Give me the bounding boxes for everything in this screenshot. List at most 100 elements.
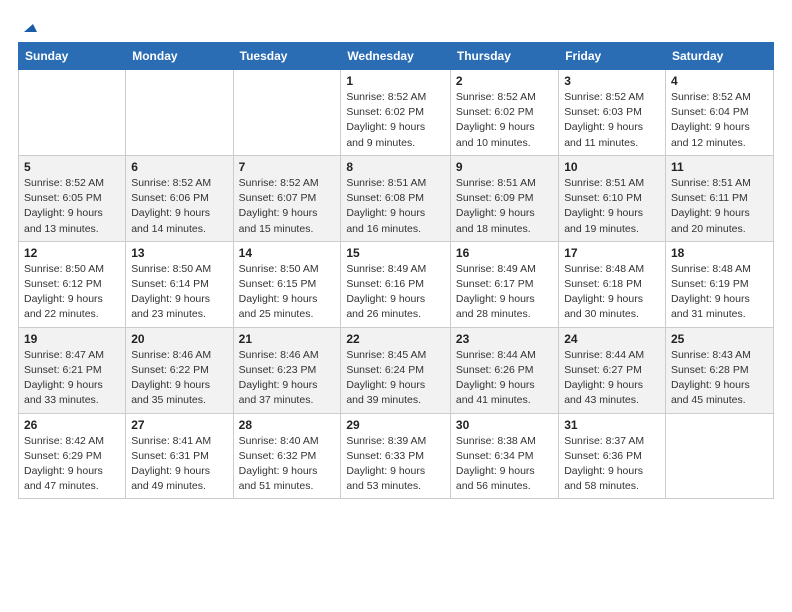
day-number: 24	[564, 332, 660, 346]
calendar-week-row: 19 Sunrise: 8:47 AMSunset: 6:21 PMDayligh…	[19, 327, 774, 413]
day-number: 5	[24, 160, 120, 174]
day-number: 23	[456, 332, 553, 346]
day-detail: Sunrise: 8:38 AMSunset: 6:34 PMDaylight:…	[456, 434, 553, 495]
calendar-cell	[233, 70, 341, 156]
day-detail: Sunrise: 8:51 AMSunset: 6:11 PMDaylight:…	[671, 176, 768, 237]
day-number: 22	[346, 332, 445, 346]
calendar-cell: 7 Sunrise: 8:52 AMSunset: 6:07 PMDaylight…	[233, 155, 341, 241]
logo-icon	[19, 16, 37, 34]
day-number: 4	[671, 74, 768, 88]
calendar-cell: 17 Sunrise: 8:48 AMSunset: 6:18 PMDayligh…	[559, 241, 666, 327]
calendar-cell: 23 Sunrise: 8:44 AMSunset: 6:26 PMDayligh…	[450, 327, 558, 413]
calendar-cell	[126, 70, 233, 156]
day-number: 11	[671, 160, 768, 174]
calendar-week-row: 1 Sunrise: 8:52 AMSunset: 6:02 PMDaylight…	[19, 70, 774, 156]
day-detail: Sunrise: 8:52 AMSunset: 6:04 PMDaylight:…	[671, 90, 768, 151]
day-detail: Sunrise: 8:37 AMSunset: 6:36 PMDaylight:…	[564, 434, 660, 495]
day-number: 13	[131, 246, 227, 260]
calendar-table: SundayMondayTuesdayWednesdayThursdayFrid…	[18, 42, 774, 499]
day-detail: Sunrise: 8:52 AMSunset: 6:07 PMDaylight:…	[239, 176, 336, 237]
day-detail: Sunrise: 8:51 AMSunset: 6:08 PMDaylight:…	[346, 176, 445, 237]
day-number: 15	[346, 246, 445, 260]
day-number: 16	[456, 246, 553, 260]
calendar-week-row: 5 Sunrise: 8:52 AMSunset: 6:05 PMDaylight…	[19, 155, 774, 241]
day-detail: Sunrise: 8:41 AMSunset: 6:31 PMDaylight:…	[131, 434, 227, 495]
calendar-cell: 9 Sunrise: 8:51 AMSunset: 6:09 PMDaylight…	[450, 155, 558, 241]
day-number: 9	[456, 160, 553, 174]
weekday-header-sunday: Sunday	[19, 43, 126, 70]
weekday-header-row: SundayMondayTuesdayWednesdayThursdayFrid…	[19, 43, 774, 70]
day-number: 28	[239, 418, 336, 432]
day-detail: Sunrise: 8:42 AMSunset: 6:29 PMDaylight:…	[24, 434, 120, 495]
calendar-cell: 5 Sunrise: 8:52 AMSunset: 6:05 PMDaylight…	[19, 155, 126, 241]
calendar-cell: 30 Sunrise: 8:38 AMSunset: 6:34 PMDayligh…	[450, 413, 558, 499]
day-number: 27	[131, 418, 227, 432]
day-number: 3	[564, 74, 660, 88]
calendar-week-row: 12 Sunrise: 8:50 AMSunset: 6:12 PMDayligh…	[19, 241, 774, 327]
calendar-cell: 19 Sunrise: 8:47 AMSunset: 6:21 PMDayligh…	[19, 327, 126, 413]
day-detail: Sunrise: 8:39 AMSunset: 6:33 PMDaylight:…	[346, 434, 445, 495]
day-detail: Sunrise: 8:50 AMSunset: 6:14 PMDaylight:…	[131, 262, 227, 323]
weekday-header-thursday: Thursday	[450, 43, 558, 70]
day-detail: Sunrise: 8:52 AMSunset: 6:03 PMDaylight:…	[564, 90, 660, 151]
weekday-header-monday: Monday	[126, 43, 233, 70]
calendar-cell: 27 Sunrise: 8:41 AMSunset: 6:31 PMDayligh…	[126, 413, 233, 499]
day-number: 8	[346, 160, 445, 174]
day-detail: Sunrise: 8:44 AMSunset: 6:26 PMDaylight:…	[456, 348, 553, 409]
day-detail: Sunrise: 8:47 AMSunset: 6:21 PMDaylight:…	[24, 348, 120, 409]
calendar-cell: 25 Sunrise: 8:43 AMSunset: 6:28 PMDayligh…	[665, 327, 773, 413]
calendar-cell: 29 Sunrise: 8:39 AMSunset: 6:33 PMDayligh…	[341, 413, 451, 499]
day-number: 31	[564, 418, 660, 432]
day-number: 18	[671, 246, 768, 260]
calendar-cell: 20Sunrise: 8:46 AMSunset: 6:22 PMDayligh…	[126, 327, 233, 413]
day-number: 19	[24, 332, 120, 346]
day-detail: Sunrise: 8:46 AMSunset: 6:23 PMDaylight:…	[239, 348, 336, 409]
weekday-header-wednesday: Wednesday	[341, 43, 451, 70]
day-number: 2	[456, 74, 553, 88]
day-detail: Sunrise: 8:52 AMSunset: 6:02 PMDaylight:…	[346, 90, 445, 151]
calendar-cell: 3 Sunrise: 8:52 AMSunset: 6:03 PMDaylight…	[559, 70, 666, 156]
day-detail: Sunrise: 8:51 AMSunset: 6:09 PMDaylight:…	[456, 176, 553, 237]
day-number: 10	[564, 160, 660, 174]
calendar-cell: 12 Sunrise: 8:50 AMSunset: 6:12 PMDayligh…	[19, 241, 126, 327]
day-number: 1	[346, 74, 445, 88]
day-detail: Sunrise: 8:52 AMSunset: 6:06 PMDaylight:…	[131, 176, 227, 237]
day-number: 21	[239, 332, 336, 346]
day-number: 25	[671, 332, 768, 346]
weekday-header-tuesday: Tuesday	[233, 43, 341, 70]
logo	[18, 18, 37, 34]
calendar-cell: 6Sunrise: 8:52 AMSunset: 6:06 PMDaylight…	[126, 155, 233, 241]
day-detail: Sunrise: 8:49 AMSunset: 6:17 PMDaylight:…	[456, 262, 553, 323]
calendar-cell: 10Sunrise: 8:51 AMSunset: 6:10 PMDayligh…	[559, 155, 666, 241]
calendar-cell: 11 Sunrise: 8:51 AMSunset: 6:11 PMDayligh…	[665, 155, 773, 241]
calendar-cell: 8 Sunrise: 8:51 AMSunset: 6:08 PMDaylight…	[341, 155, 451, 241]
day-detail: Sunrise: 8:44 AMSunset: 6:27 PMDaylight:…	[564, 348, 660, 409]
day-number: 7	[239, 160, 336, 174]
day-detail: Sunrise: 8:40 AMSunset: 6:32 PMDaylight:…	[239, 434, 336, 495]
day-detail: Sunrise: 8:48 AMSunset: 6:18 PMDaylight:…	[564, 262, 660, 323]
day-number: 12	[24, 246, 120, 260]
day-number: 17	[564, 246, 660, 260]
calendar-cell: 28 Sunrise: 8:40 AMSunset: 6:32 PMDayligh…	[233, 413, 341, 499]
calendar-cell: 24 Sunrise: 8:44 AMSunset: 6:27 PMDayligh…	[559, 327, 666, 413]
day-number: 30	[456, 418, 553, 432]
calendar-cell: 26 Sunrise: 8:42 AMSunset: 6:29 PMDayligh…	[19, 413, 126, 499]
calendar-cell	[19, 70, 126, 156]
calendar-cell: 1 Sunrise: 8:52 AMSunset: 6:02 PMDaylight…	[341, 70, 451, 156]
calendar-week-row: 26 Sunrise: 8:42 AMSunset: 6:29 PMDayligh…	[19, 413, 774, 499]
calendar-cell: 4 Sunrise: 8:52 AMSunset: 6:04 PMDaylight…	[665, 70, 773, 156]
weekday-header-friday: Friday	[559, 43, 666, 70]
page: SundayMondayTuesdayWednesdayThursdayFrid…	[0, 0, 792, 517]
day-detail: Sunrise: 8:50 AMSunset: 6:15 PMDaylight:…	[239, 262, 336, 323]
day-number: 20	[131, 332, 227, 346]
day-detail: Sunrise: 8:43 AMSunset: 6:28 PMDaylight:…	[671, 348, 768, 409]
day-detail: Sunrise: 8:50 AMSunset: 6:12 PMDaylight:…	[24, 262, 120, 323]
day-number: 29	[346, 418, 445, 432]
calendar-cell: 18Sunrise: 8:48 AMSunset: 6:19 PMDayligh…	[665, 241, 773, 327]
day-detail: Sunrise: 8:45 AMSunset: 6:24 PMDaylight:…	[346, 348, 445, 409]
day-number: 26	[24, 418, 120, 432]
day-detail: Sunrise: 8:52 AMSunset: 6:05 PMDaylight:…	[24, 176, 120, 237]
calendar-cell	[665, 413, 773, 499]
day-detail: Sunrise: 8:52 AMSunset: 6:02 PMDaylight:…	[456, 90, 553, 151]
day-number: 14	[239, 246, 336, 260]
